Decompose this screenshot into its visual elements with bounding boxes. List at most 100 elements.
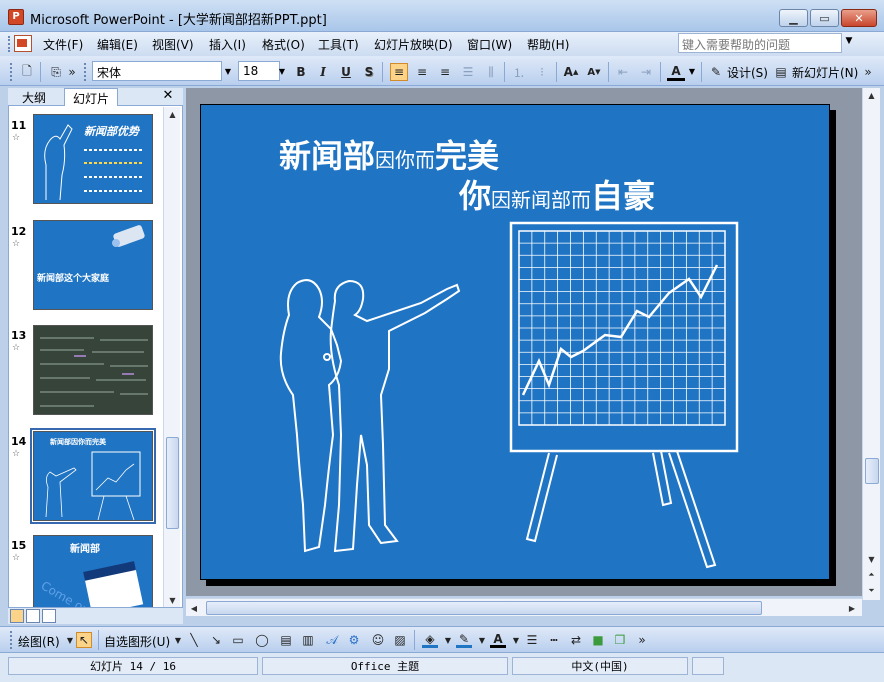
toolbar-grip-handle[interactable]: [10, 63, 14, 81]
oval-tool-icon[interactable]: ◯: [254, 632, 270, 648]
textbox-tool-icon[interactable]: ▤: [278, 632, 294, 648]
arrow-style-icon[interactable]: ⇄: [568, 632, 584, 648]
vertical-textbox-icon[interactable]: ▥: [300, 632, 316, 648]
increase-indent-icon[interactable]: ⇥: [637, 63, 655, 81]
menu-view[interactable]: 视图(V): [149, 36, 197, 53]
align-left-button[interactable]: ≡: [390, 63, 408, 81]
font-name-dropdown-icon[interactable]: ▼: [222, 62, 234, 80]
menu-help[interactable]: 帮助(H): [524, 36, 572, 53]
toolbar-overflow-icon[interactable]: »: [636, 632, 648, 648]
horizontal-scrollbar-thumb[interactable]: [206, 601, 762, 615]
toolbar-overflow-icon[interactable]: »: [862, 63, 874, 81]
menu-file[interactable]: 文件(F): [40, 36, 86, 53]
font-size-combo[interactable]: 18: [238, 61, 280, 81]
menu-slideshow[interactable]: 幻灯片放映(D): [371, 36, 456, 53]
scroll-down-icon[interactable]: ▼: [863, 552, 880, 566]
slide-thumbnail-13[interactable]: [33, 325, 153, 415]
tab-outline[interactable]: 大纲: [14, 88, 54, 106]
panel-scrollbar-thumb[interactable]: [166, 437, 179, 529]
scroll-right-icon[interactable]: ▶: [844, 601, 860, 615]
arrow-tool-icon[interactable]: ↘: [208, 632, 224, 648]
minimize-button[interactable]: ▁: [779, 9, 808, 27]
menu-insert[interactable]: 插入(I): [206, 36, 249, 53]
justify-icon[interactable]: ☰: [459, 63, 477, 81]
menu-grip-handle[interactable]: [8, 36, 12, 52]
powerpoint-icon[interactable]: P: [8, 9, 24, 25]
clipart-icon[interactable]: ☺: [370, 632, 386, 648]
increase-font-icon[interactable]: A ▲: [562, 63, 580, 81]
columns-icon[interactable]: ⫼: [482, 63, 500, 81]
shadow-button[interactable]: S: [360, 63, 378, 81]
new-document-icon[interactable]: 🗋: [18, 63, 36, 81]
editor-scrollbar-thumb[interactable]: [865, 458, 879, 484]
rectangle-tool-icon[interactable]: ▭: [230, 632, 246, 648]
scroll-down-icon[interactable]: ▼: [164, 593, 181, 607]
numbered-list-icon[interactable]: ⒈: [510, 63, 528, 81]
font-color-dropdown-icon[interactable]: ▼: [686, 62, 698, 80]
panel-scrollbar[interactable]: ▲ ▼: [163, 107, 180, 607]
close-button[interactable]: ✕: [841, 9, 877, 27]
help-dropdown-icon[interactable]: ▼: [842, 36, 856, 50]
bulleted-list-icon[interactable]: ⁝: [533, 63, 551, 81]
insert-picture-icon[interactable]: ▨: [392, 632, 408, 648]
line-style-icon[interactable]: ☰: [524, 632, 540, 648]
slide-thumbnail-14[interactable]: 新闻部因你而完美: [30, 428, 156, 524]
select-pointer-icon[interactable]: ↖: [76, 632, 92, 648]
fill-color-dropdown-icon[interactable]: ▼: [440, 632, 456, 648]
menu-format[interactable]: 格式(O): [259, 36, 308, 53]
decrease-font-icon[interactable]: A ▼: [585, 63, 603, 81]
font-color-draw-icon[interactable]: A: [490, 632, 506, 648]
autoshapes-dropdown-icon[interactable]: ▼: [170, 632, 186, 648]
scroll-left-icon[interactable]: ◀: [186, 601, 202, 615]
font-color-icon[interactable]: A: [667, 63, 685, 81]
menu-window[interactable]: 窗口(W): [464, 36, 515, 53]
copy-icon[interactable]: ⎘: [47, 63, 65, 81]
toolbar-overflow-icon[interactable]: »: [66, 63, 78, 81]
scroll-up-icon[interactable]: ▲: [863, 88, 880, 102]
3d-style-icon[interactable]: ❒: [612, 632, 628, 648]
tab-slides[interactable]: 幻灯片: [64, 88, 119, 106]
toolbar-grip-handle[interactable]: [84, 63, 88, 81]
align-right-icon[interactable]: ≡: [436, 63, 454, 81]
fill-color-icon[interactable]: ◈: [422, 632, 438, 648]
wordart-icon[interactable]: 𝒜: [324, 632, 340, 648]
font-color-draw-dropdown-icon[interactable]: ▼: [508, 632, 524, 648]
font-size-dropdown-icon[interactable]: ▼: [276, 62, 288, 80]
maximize-button[interactable]: ▭: [810, 9, 839, 27]
slide-thumbnail-12[interactable]: 新闻部这个大家庭: [33, 220, 153, 310]
font-name-combo[interactable]: 宋体: [92, 61, 222, 81]
dash-style-icon[interactable]: ┅: [546, 632, 562, 648]
shadow-style-icon[interactable]: ■: [590, 632, 606, 648]
slide-thumbnail-11[interactable]: 新闻部优势: [33, 114, 153, 204]
scroll-up-icon[interactable]: ▲: [164, 107, 181, 121]
previous-slide-icon[interactable]: ⏶: [863, 568, 880, 582]
normal-view-icon[interactable]: [10, 609, 24, 623]
bold-button[interactable]: B: [292, 63, 310, 81]
underline-button[interactable]: U: [337, 63, 355, 81]
slide-sorter-view-icon[interactable]: [26, 609, 40, 623]
slide-canvas[interactable]: 新闻部因你而完美 你因新闻部而自豪: [200, 104, 830, 580]
line-color-dropdown-icon[interactable]: ▼: [474, 632, 490, 648]
italic-button[interactable]: I: [314, 63, 332, 81]
draw-menu-button[interactable]: 绘图(R): [18, 633, 60, 650]
new-slide-button[interactable]: 新幻灯片(N): [792, 64, 858, 81]
decrease-indent-icon[interactable]: ⇤: [614, 63, 632, 81]
menu-edit[interactable]: 编辑(E): [94, 36, 141, 53]
autoshapes-menu-button[interactable]: 自选图形(U): [104, 633, 170, 650]
design-button[interactable]: 设计(S): [727, 64, 768, 81]
panel-close-icon[interactable]: ✕: [160, 88, 176, 104]
editor-vertical-scrollbar[interactable]: ▲ ▼ ⏶ ⏷: [862, 88, 880, 600]
toolbar-separator: [608, 62, 609, 82]
help-search-input[interactable]: 键入需要帮助的问题: [678, 33, 842, 53]
line-tool-icon[interactable]: ╲: [186, 632, 202, 648]
slide-thumbnail-15[interactable]: 新闻部 Come on: [33, 535, 153, 607]
diagram-icon[interactable]: ⚙: [346, 632, 362, 648]
toolbar-grip-handle[interactable]: [10, 631, 14, 649]
menu-tools[interactable]: 工具(T): [315, 36, 362, 53]
slideshow-view-icon[interactable]: [42, 609, 56, 623]
next-slide-icon[interactable]: ⏷: [863, 584, 880, 598]
editor-horizontal-scrollbar[interactable]: ◀ ▶: [186, 598, 862, 616]
document-icon[interactable]: [14, 35, 32, 52]
align-center-icon[interactable]: ≡: [413, 63, 431, 81]
line-color-icon[interactable]: ✎: [456, 632, 472, 648]
